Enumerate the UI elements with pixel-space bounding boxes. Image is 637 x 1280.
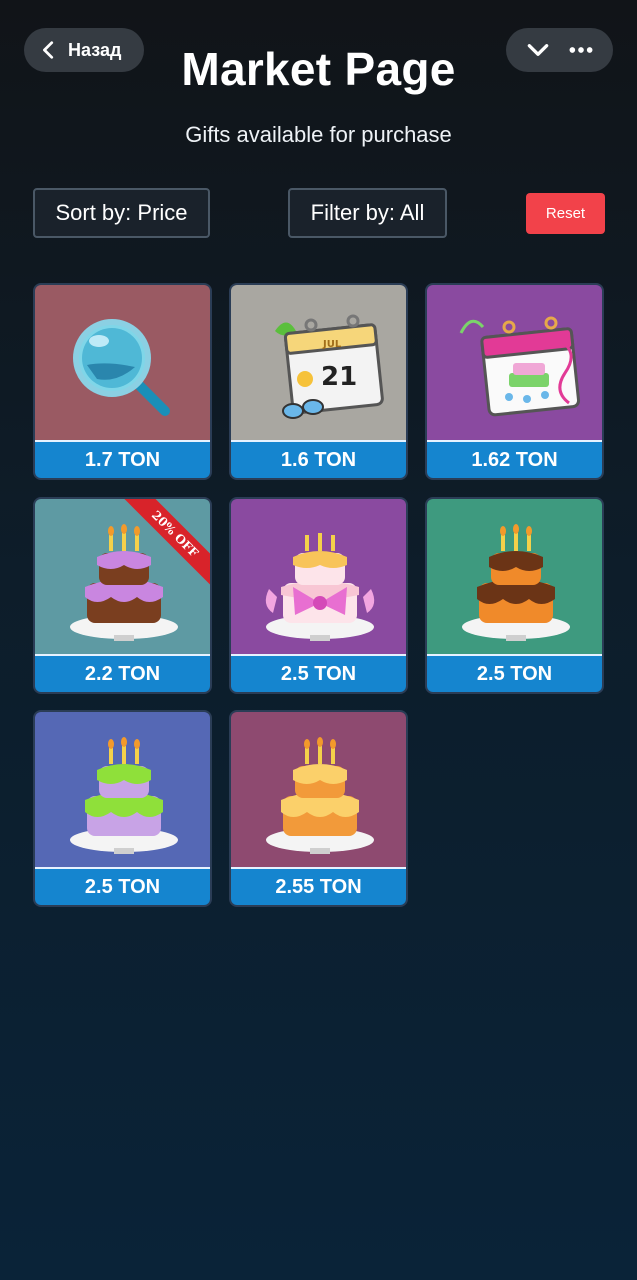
cake-icon — [265, 533, 375, 641]
cake-icon — [266, 737, 374, 854]
filter-dropdown[interactable]: Filter by: All — [288, 188, 447, 238]
gift-price: 2.55 TON — [231, 867, 406, 905]
gift-card[interactable]: 2.5 TON — [33, 710, 212, 907]
cake-icon — [462, 524, 570, 641]
calendar-month: JUL — [322, 339, 342, 350]
sort-dropdown[interactable]: Sort by: Price — [33, 188, 210, 238]
gift-card[interactable]: 2.5 TON — [425, 497, 604, 694]
gift-price: 1.7 TON — [35, 440, 210, 478]
gift-art — [231, 499, 406, 654]
page-title: Market Page — [181, 43, 456, 95]
gift-art — [427, 285, 602, 440]
magnifier-icon — [73, 319, 170, 416]
gift-card[interactable]: 2.55 TON — [229, 710, 408, 907]
gift-price: 2.5 TON — [35, 867, 210, 905]
gift-price: 2.2 TON — [35, 654, 210, 692]
reset-button[interactable]: Reset — [526, 193, 605, 234]
gift-price: 2.5 TON — [427, 654, 602, 692]
gift-art — [231, 712, 406, 867]
gift-price: 1.6 TON — [231, 440, 406, 478]
gift-card[interactable]: JUL 21 1.6 TON — [229, 283, 408, 480]
gift-art: JUL 21 — [231, 285, 406, 440]
gift-card[interactable]: 1.7 TON — [33, 283, 212, 480]
page-subtitle: Gifts available for purchase — [185, 122, 452, 147]
gift-card[interactable]: 20% OFF 2.2 TON — [33, 497, 212, 694]
gift-price: 1.62 TON — [427, 440, 602, 478]
calendar-icon: JUL 21 — [275, 314, 384, 419]
calendar-day: 21 — [321, 362, 357, 392]
cake-icon — [70, 737, 178, 854]
gift-card[interactable]: 2.5 TON — [229, 497, 408, 694]
gift-card[interactable]: 1.62 TON — [425, 283, 604, 480]
party-calendar-icon — [459, 316, 581, 417]
gift-art: 20% OFF — [35, 499, 210, 654]
gift-art — [427, 499, 602, 654]
gift-price: 2.5 TON — [231, 654, 406, 692]
gift-art — [35, 285, 210, 440]
gift-art — [35, 712, 210, 867]
